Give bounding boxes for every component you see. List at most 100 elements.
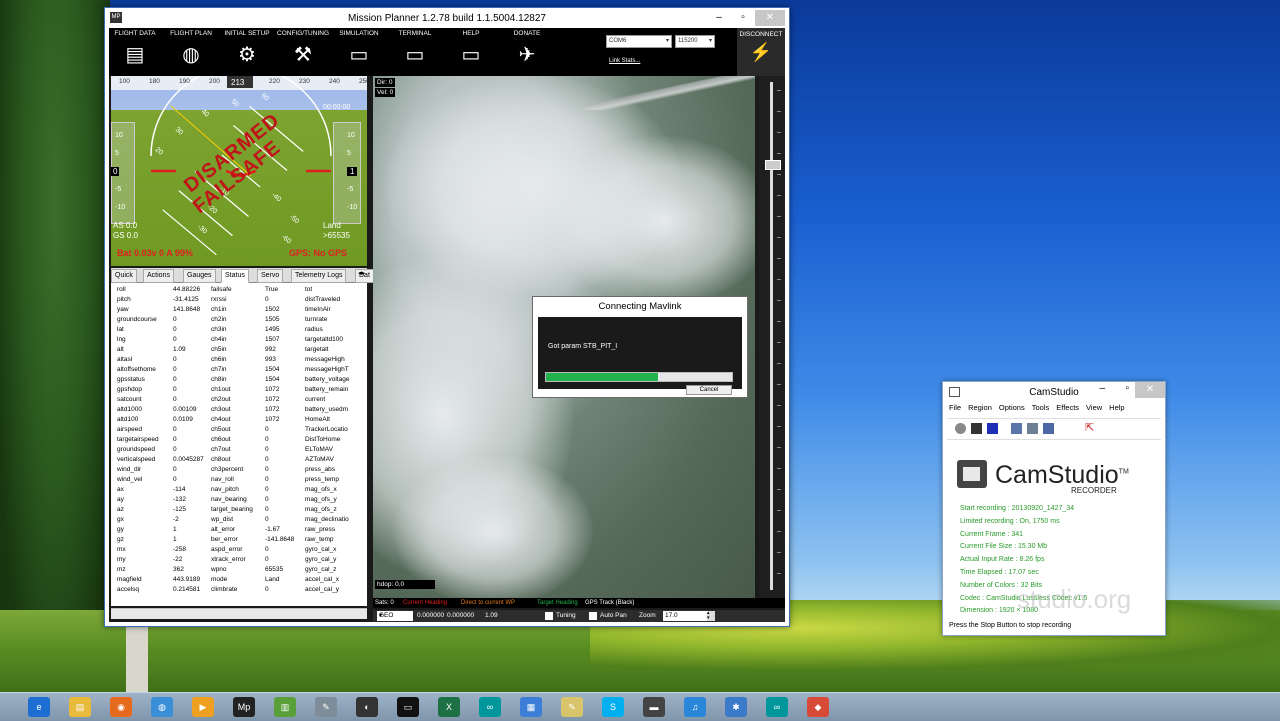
status-value: 0	[265, 426, 269, 433]
headset-icon[interactable]: ◐	[356, 697, 378, 717]
status-key: altd1000	[117, 406, 142, 413]
firefox-icon[interactable]: ◉	[110, 697, 132, 717]
options-icon[interactable]	[1027, 423, 1038, 434]
ie-icon[interactable]: e	[28, 697, 50, 717]
close-button[interactable]: ✕	[1135, 382, 1165, 398]
menu-tools[interactable]: Tools	[1032, 403, 1050, 412]
pause-icon[interactable]	[971, 423, 982, 434]
app-icon[interactable]: ◍	[151, 697, 173, 717]
close-button[interactable]: ✕	[755, 10, 785, 26]
tuning-checkbox[interactable]	[545, 612, 553, 620]
autopan-checkbox[interactable]	[589, 612, 597, 620]
status-row: pitch -31.4125 rxrssi 0 distTraveled	[111, 295, 367, 305]
status-value: 0	[265, 486, 269, 493]
heading-tick-label: 240	[329, 78, 340, 85]
status-key: mx	[117, 546, 126, 553]
camstudio-logo-icon	[957, 460, 987, 488]
media-icon[interactable]: ▶	[192, 697, 214, 717]
toolbar-flight-plan[interactable]: FLIGHT PLAN ◍	[165, 30, 217, 69]
zoom-spinner[interactable]: ▴ ▾	[707, 611, 715, 621]
speed-value: 0	[111, 167, 120, 176]
menu-view[interactable]: View	[1086, 403, 1102, 412]
toolbar-donate[interactable]: DONATE ✈	[501, 30, 553, 69]
status-row: groundcourse 0 ch2in 1505 turnrate	[111, 315, 367, 325]
tab-quick[interactable]: Quick	[111, 269, 137, 283]
terminal-icon[interactable]: ▭	[397, 697, 419, 717]
menu-file[interactable]: File	[949, 403, 961, 412]
toolbar-initial-setup[interactable]: INITIAL SETUP ⚙	[221, 30, 273, 69]
zoom-tick	[777, 489, 781, 490]
skype-icon[interactable]: S	[602, 697, 624, 717]
status-key: yaw	[117, 306, 129, 313]
toolbar-help[interactable]: HELP ▭	[445, 30, 497, 69]
chart-icon[interactable]: ▥	[274, 697, 296, 717]
toolbar-simulation[interactable]: SIMULATION ▭	[333, 30, 385, 69]
region-icon[interactable]	[1011, 423, 1022, 434]
status-value: 0	[265, 546, 269, 553]
maximize-button[interactable]: ▫	[1125, 383, 1129, 394]
maximize-button[interactable]: ▫	[731, 10, 755, 26]
coord-system-select[interactable]: GEO ▾	[377, 611, 413, 621]
baud-rate-select[interactable]: 115200 ▾	[675, 35, 715, 48]
arduino-icon[interactable]: ∞	[479, 697, 501, 717]
menu-region[interactable]: Region	[968, 403, 992, 412]
status-row: satcount 0 ch2out 1072 current	[111, 395, 367, 405]
tab-actions[interactable]: Actions	[143, 269, 174, 283]
status-row: roll 44.88226 failsafe True tot	[111, 285, 367, 295]
tab-telemetry-logs[interactable]: Telemetry Logs	[291, 269, 347, 283]
bluetooth-icon[interactable]: ✱	[725, 697, 747, 717]
status-key: ax	[117, 486, 124, 493]
mission-planner-icon[interactable]: Mp	[233, 697, 255, 717]
minimize-button[interactable]: –	[1099, 383, 1105, 394]
status-key: ch1in	[211, 306, 227, 313]
status-value: 0	[265, 586, 269, 593]
velocity-label: Vel: 0	[375, 88, 396, 97]
menu-effects[interactable]: Effects	[1056, 403, 1079, 412]
heading-value: 213	[231, 78, 245, 87]
status-value: 0	[173, 396, 177, 403]
menu-options[interactable]: Options	[999, 403, 1025, 412]
status-value: 0	[173, 356, 177, 363]
camstudio-title-bar[interactable]: CamStudio – ▫ ✕	[943, 382, 1165, 402]
itunes-icon[interactable]: ♫	[684, 697, 706, 717]
progress-fill	[546, 373, 658, 381]
toolbar-flight-data[interactable]: FLIGHT DATA ▤	[109, 30, 161, 69]
stop-icon[interactable]	[987, 423, 998, 434]
horizontal-scrollbar[interactable]	[111, 608, 367, 619]
excel-icon[interactable]: X	[438, 697, 460, 717]
title-bar[interactable]: MP Mission Planner 1.2.78 build 1.1.5004…	[105, 8, 789, 28]
tab-scroll-arrows-icon[interactable]: ◂▸	[358, 269, 365, 277]
effects-icon[interactable]	[1043, 423, 1054, 434]
toolbar-terminal[interactable]: TERMINAL ▭	[389, 30, 441, 69]
status-key: az	[117, 506, 124, 513]
zoom-thumb[interactable]	[765, 160, 781, 170]
zoom-slider[interactable]	[759, 76, 785, 598]
zoom-input[interactable]: 17.0	[663, 611, 709, 621]
status-row: gy 1 alt_error -1.67 raw_press	[111, 525, 367, 535]
tools-icon[interactable]: ✎	[315, 697, 337, 717]
toolbar-label: FLIGHT PLAN	[170, 30, 212, 37]
minimize-button[interactable]: –	[707, 10, 731, 26]
git-icon[interactable]: ◆	[807, 697, 829, 717]
record-icon[interactable]	[955, 423, 966, 434]
tab-status[interactable]: Status	[221, 269, 249, 283]
menu-help[interactable]: Help	[1109, 403, 1124, 412]
tab-gauges[interactable]: Gauges	[183, 269, 216, 283]
folder-icon[interactable]: ▤	[69, 697, 91, 717]
status-key: distTraveled	[305, 296, 341, 303]
link-stats-link[interactable]: Link Stats...	[609, 58, 640, 64]
notepad-icon[interactable]: ✎	[561, 697, 583, 717]
toolbar-config-tuning[interactable]: CONFIG/TUNING ⚒	[277, 30, 329, 69]
zoom-tick	[777, 279, 781, 280]
autopan-icon[interactable]: ⇱	[1085, 423, 1096, 434]
cancel-button[interactable]: Cancel	[686, 385, 732, 395]
tab-servo[interactable]: Servo	[257, 269, 284, 283]
status-key: groundspeed	[117, 446, 155, 453]
disconnect-button[interactable]: DISCONNECT ⚡	[737, 28, 785, 76]
status-row: lng 0 ch4in 1507 targetaltd100	[111, 335, 367, 345]
arduino2-icon[interactable]: ∞	[766, 697, 788, 717]
com-port-select[interactable]: COM6 ▾	[606, 35, 672, 48]
video-icon[interactable]: ▬	[643, 697, 665, 717]
file-icon[interactable]: ▦	[520, 697, 542, 717]
recording-info-line: Current File Size : 15.30 Mb	[960, 543, 1048, 551]
